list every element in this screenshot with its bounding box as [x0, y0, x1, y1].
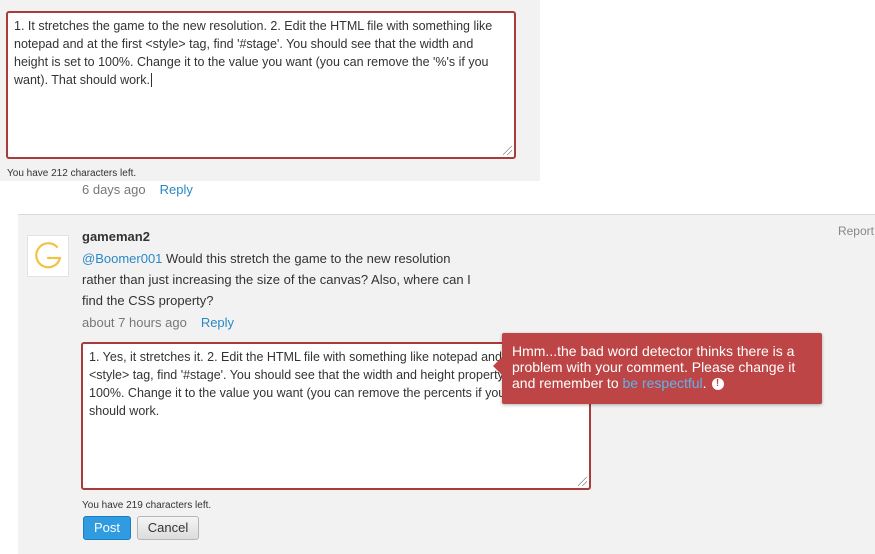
previous-reply-textarea[interactable]: 1. It stretches the game to the new reso…: [6, 11, 516, 159]
post-button[interactable]: Post: [83, 516, 131, 540]
comment-body: @Boomer001 Would this stretch the game t…: [82, 248, 482, 311]
be-respectful-link[interactable]: be respectful: [623, 375, 703, 391]
avatar[interactable]: [27, 235, 69, 277]
bad-word-tooltip: Hmm...the bad word detector thinks there…: [493, 333, 822, 404]
text-cursor: ​: [150, 73, 152, 87]
parent-comment-time: 6 days ago: [82, 182, 146, 197]
parent-comment-meta: 6 days ago Reply: [82, 182, 193, 197]
cancel-button[interactable]: Cancel: [137, 516, 199, 540]
comment-time: about 7 hours ago: [82, 315, 187, 330]
resize-grip-icon[interactable]: [503, 146, 512, 155]
previous-chars-left: You have 212 characters left.: [7, 168, 137, 179]
comment-reply-link[interactable]: Reply: [201, 315, 234, 330]
comment-meta: about 7 hours ago Reply: [82, 315, 234, 330]
previous-reply-text: 1. It stretches the game to the new reso…: [14, 19, 493, 87]
alert-icon: !: [711, 378, 724, 391]
logo-ring-icon: [35, 242, 62, 269]
parent-reply-link[interactable]: Reply: [160, 182, 193, 197]
reply-chars-left: You have 219 characters left.: [82, 500, 212, 511]
mention-link[interactable]: @Boomer001: [82, 251, 162, 266]
comment-username[interactable]: gameman2: [82, 229, 150, 244]
resize-grip-icon[interactable]: [578, 477, 587, 486]
tooltip-arrow: [493, 357, 502, 375]
tooltip-suffix: .: [702, 375, 707, 391]
report-link[interactable]: Report: [838, 224, 874, 238]
